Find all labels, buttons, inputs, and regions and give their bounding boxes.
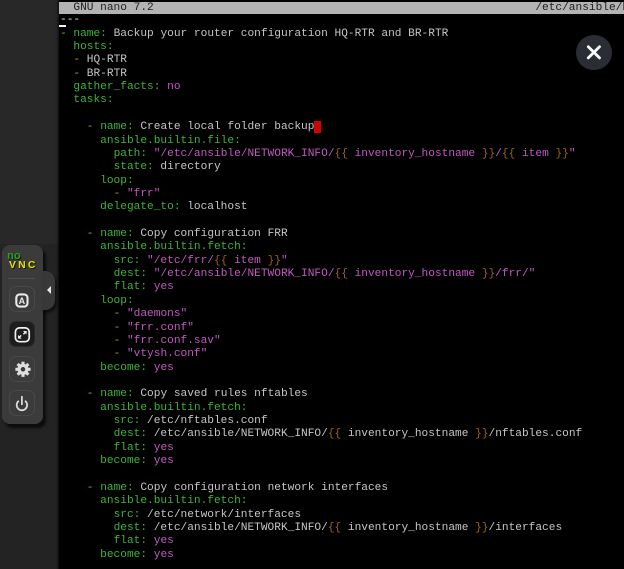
- svg-text:A: A: [19, 296, 26, 306]
